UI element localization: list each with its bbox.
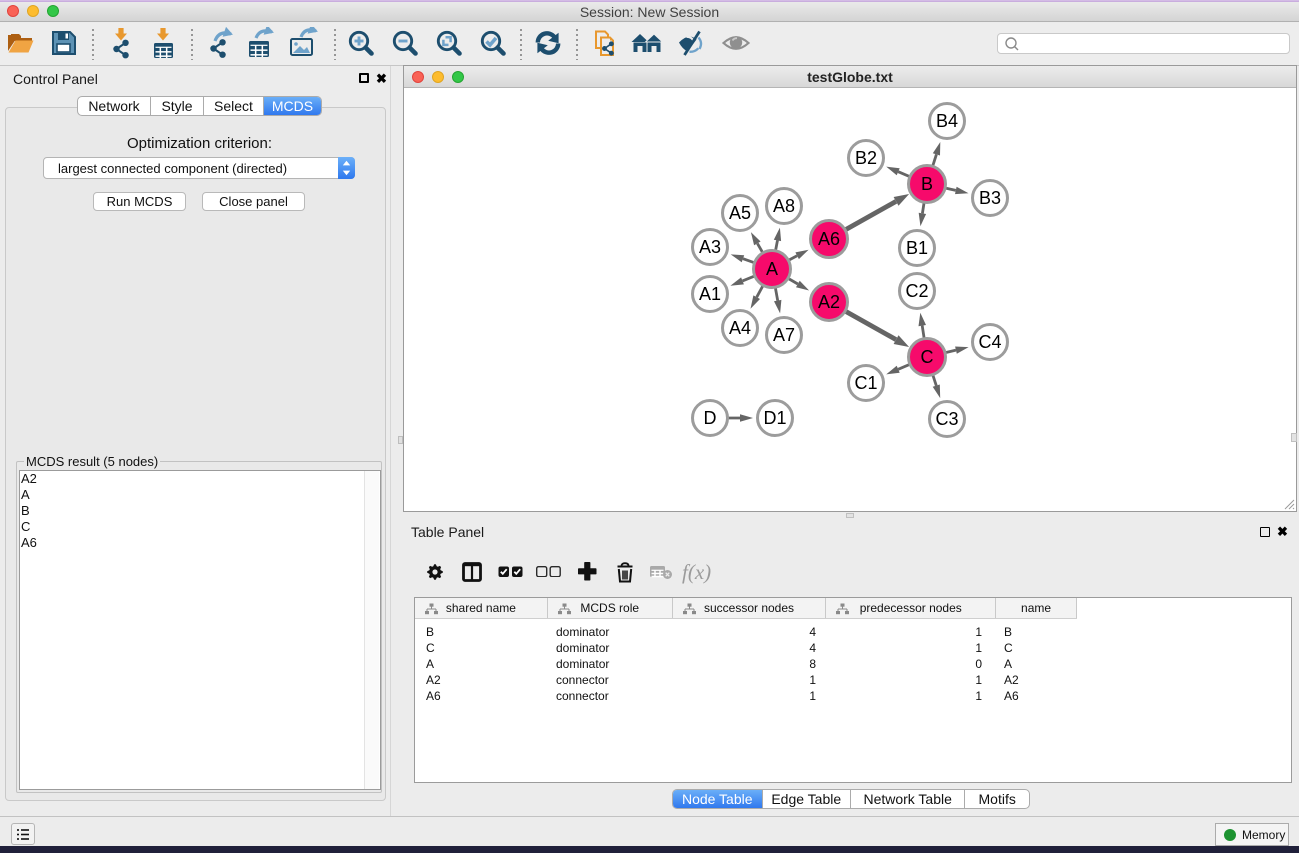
svg-text:A1: A1: [699, 284, 721, 304]
svg-text:B3: B3: [979, 188, 1001, 208]
svg-text:A: A: [766, 259, 778, 279]
svg-text:B: B: [921, 174, 933, 194]
svg-text:D1: D1: [763, 408, 786, 428]
svg-text:f(x): f(x): [682, 560, 711, 584]
svg-text:C2: C2: [905, 281, 928, 301]
svg-text:C3: C3: [935, 409, 958, 429]
svg-text:A7: A7: [773, 325, 795, 345]
svg-text:A5: A5: [729, 203, 751, 223]
svg-text:A2: A2: [818, 292, 840, 312]
svg-text:A8: A8: [773, 196, 795, 216]
svg-text:D: D: [704, 408, 717, 428]
svg-text:A4: A4: [729, 318, 751, 338]
svg-text:C4: C4: [978, 332, 1001, 352]
svg-text:B4: B4: [936, 111, 958, 131]
svg-text:B1: B1: [906, 238, 928, 258]
svg-text:B2: B2: [855, 148, 877, 168]
svg-text:C1: C1: [854, 373, 877, 393]
svg-text:C: C: [921, 347, 934, 367]
svg-text:A6: A6: [818, 229, 840, 249]
svg-text:A3: A3: [699, 237, 721, 257]
